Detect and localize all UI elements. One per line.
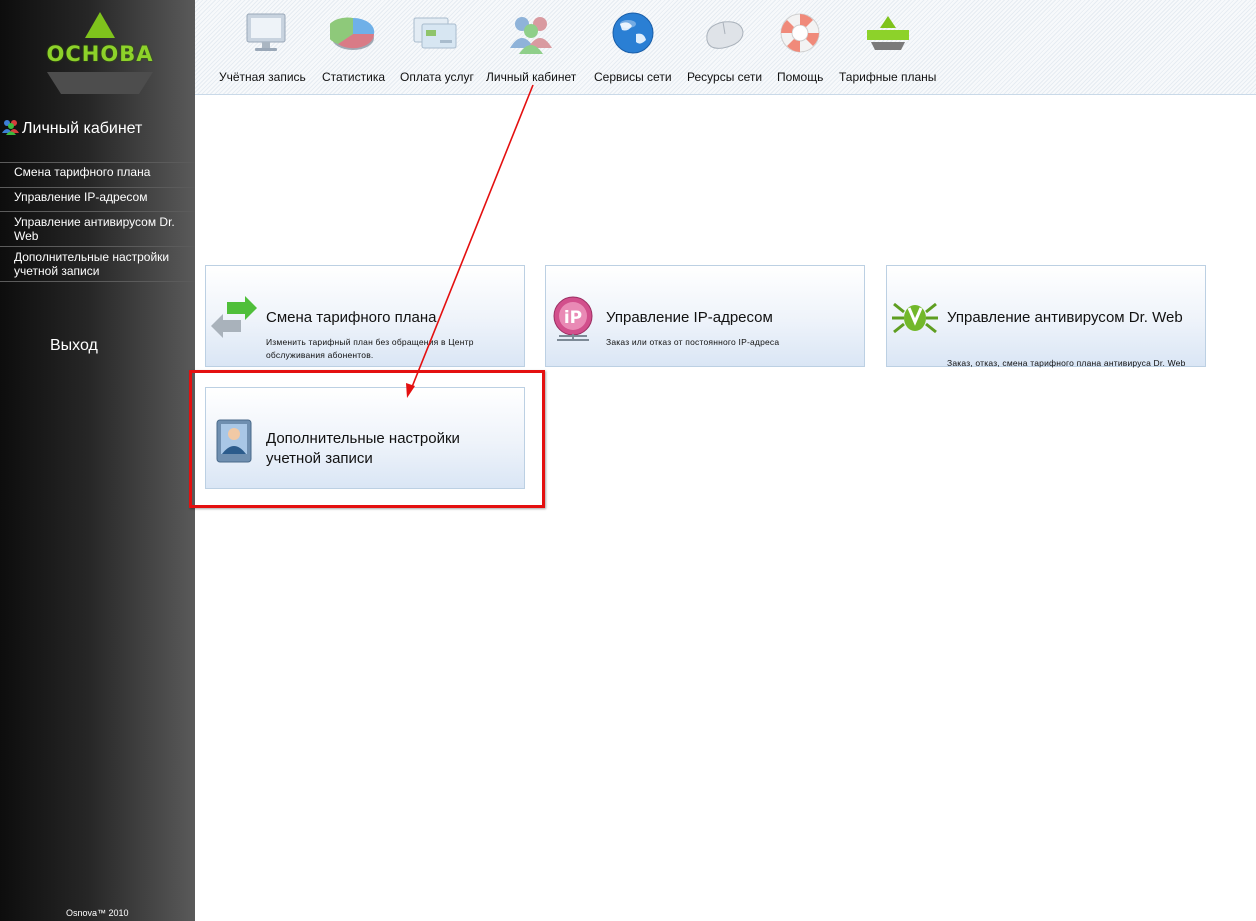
svg-text:iP: iP [564,308,582,328]
osnova-logo-icon [867,16,909,50]
card-title: Управление IP-адресом [606,309,773,326]
card-extra-settings[interactable]: Дополнительные настройки учетной записи [205,387,525,489]
logo-triangle-icon [85,12,115,38]
nav-label: Помощь [777,70,824,84]
sidebar-item-ip-management[interactable]: Управление IP-адресом [0,187,195,205]
logo-text: ОСНОВА [46,42,154,66]
card-description: Заказ или отказ от постоянного IP-адреса [606,337,780,347]
user-profile-icon [216,419,252,463]
nav-account[interactable]: Учётная запись [219,0,311,94]
mouse-icon [706,21,744,49]
nav-label: Статистика [322,70,386,84]
payment-cards-icon [413,17,457,49]
osnova-logo[interactable]: ОСНОВА [45,10,155,94]
section-title: Личный кабинет [0,118,195,142]
sidebar-item-antivirus[interactable]: Управление антивирусом Dr. Web [0,211,195,246]
monitor-icon [246,13,286,51]
drweb-spider-icon [892,302,938,334]
nav-personal-cabinet[interactable]: Личный кабинет [486,0,582,94]
sidebar-menu: Смена тарифного плана Управление IP-адре… [0,162,195,282]
logo-base [47,72,153,94]
nav-label: Личный кабинет [486,70,577,84]
menu-divider [0,281,195,282]
sidebar: ОСНОВА Личный кабинет Смена тарифного пл… [0,0,195,921]
nav-network-resources[interactable]: Ресурсы сети [687,0,765,94]
pie-chart-icon [330,17,375,50]
users-icon [510,17,552,54]
section-title-label: Личный кабинет [22,120,143,137]
nav-help[interactable]: Помощь [777,0,827,94]
nav-tariff-plans[interactable]: Тарифные планы [839,0,941,94]
card-ip-management[interactable]: iP Управление IP-адресом Заказ или отказ… [545,265,865,367]
sidebar-item-extra-settings[interactable]: Дополнительные настройки учетной записи [0,246,195,281]
users-icon [2,120,19,135]
card-description: Заказ, отказ, смена тарифного плана анти… [947,358,1186,368]
sidebar-item-tariff-change[interactable]: Смена тарифного плана [0,162,195,180]
nav-label: Тарифные планы [839,70,937,84]
card-title: Управление антивирусом Dr. Web [947,309,1183,326]
nav-label: Сервисы сети [594,70,672,84]
card-title: Дополнительные настройки учетной записи [266,430,460,467]
card-description: Изменить тарифный план без обращения в Ц… [266,337,474,360]
nav-payment[interactable]: Оплата услуг [400,0,476,94]
card-title: Смена тарифного плана [266,309,437,326]
nav-network-services[interactable]: Сервисы сети [594,0,676,94]
copyright: Osnova™ 2010 [66,908,129,918]
card-antivirus[interactable]: Управление антивирусом Dr. Web Заказ, от… [886,265,1206,368]
lifebuoy-icon [780,13,820,53]
card-tariff-change[interactable]: Смена тарифного плана Изменить тарифный … [205,265,525,367]
globe-icon [612,12,654,54]
nav-label: Учётная запись [219,70,306,84]
nav-statistics[interactable]: Статистика [322,0,390,94]
nav-label: Оплата услуг [400,70,474,84]
top-navigation: Учётная запись Статистика Оплата услуг Л… [195,0,1256,95]
nav-label: Ресурсы сети [687,70,763,84]
swap-arrows-icon [211,296,257,338]
logout-link[interactable]: Выход [50,337,98,355]
ip-address-icon: iP [553,296,593,341]
